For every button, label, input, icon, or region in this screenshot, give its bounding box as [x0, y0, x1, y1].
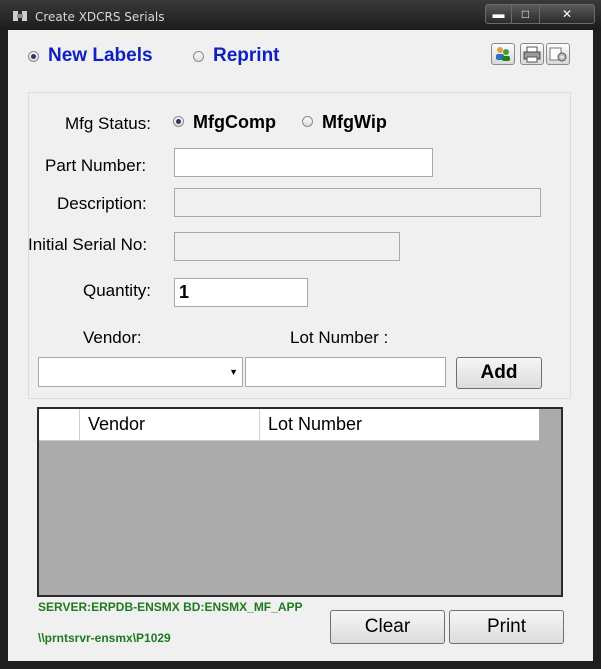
- clear-button[interactable]: Clear: [330, 610, 445, 644]
- reprint-label[interactable]: Reprint: [213, 45, 280, 67]
- maximize-button[interactable]: □: [511, 4, 540, 24]
- description-label: Description:: [57, 194, 147, 213]
- printer-path: \\prntsrvr-ensmx\P1029: [38, 631, 171, 645]
- title-bar[interactable]: Create XDCRS Serials ▬ □ ✕: [0, 0, 601, 30]
- window-title: Create XDCRS Serials: [35, 10, 165, 24]
- reprint-radio[interactable]: [193, 51, 204, 62]
- add-button[interactable]: Add: [456, 357, 542, 389]
- initial-serial-input: [174, 232, 400, 261]
- mfg-status-label: Mfg Status:: [65, 114, 151, 133]
- vendor-dropdown[interactable]: ▼: [38, 357, 243, 387]
- app-window: Create XDCRS Serials ▬ □ ✕ New Labels Re…: [0, 0, 601, 669]
- mfgcomp-label[interactable]: MfgComp: [193, 112, 276, 133]
- server-status: SERVER:ERPDB-ENSMX BD:ENSMX_MF_APP: [38, 600, 303, 614]
- users-button[interactable]: [491, 43, 515, 65]
- initial-serial-label: Initial Serial No:: [28, 235, 148, 254]
- mfgcomp-radio[interactable]: [173, 116, 184, 127]
- grid-row-header: [39, 409, 80, 440]
- lot-number-label: Lot Number :: [290, 328, 389, 347]
- printer-icon: [523, 46, 541, 63]
- form-client-area: New Labels Reprint Mfg Status: MfgComp M…: [8, 30, 593, 661]
- settings-icon: [549, 47, 567, 62]
- mfgwip-radio[interactable]: [302, 116, 313, 127]
- settings-button[interactable]: [546, 43, 570, 65]
- minimize-button[interactable]: ▬: [485, 4, 512, 24]
- lot-number-input[interactable]: [245, 357, 446, 387]
- users-icon: [496, 47, 510, 61]
- vendor-lot-grid[interactable]: Vendor Lot Number: [37, 407, 563, 597]
- mfgwip-label[interactable]: MfgWip: [322, 112, 387, 133]
- grid-header: Vendor Lot Number: [39, 409, 539, 441]
- print-preview-button[interactable]: [520, 43, 544, 65]
- grid-col-lot-number[interactable]: Lot Number: [260, 409, 539, 440]
- quantity-label: Quantity:: [83, 281, 152, 300]
- grid-col-vendor[interactable]: Vendor: [80, 409, 260, 440]
- app-icon: [13, 11, 27, 21]
- chevron-down-icon: ▼: [229, 367, 238, 377]
- close-button[interactable]: ✕: [539, 4, 595, 24]
- quantity-input[interactable]: [174, 278, 308, 307]
- new-labels-label[interactable]: New Labels: [48, 45, 153, 67]
- vendor-label: Vendor:: [83, 328, 142, 347]
- part-number-input[interactable]: [174, 148, 433, 177]
- print-button[interactable]: Print: [449, 610, 564, 644]
- new-labels-radio[interactable]: [28, 51, 39, 62]
- part-number-label: Part Number:: [45, 156, 147, 175]
- description-input: [174, 188, 541, 217]
